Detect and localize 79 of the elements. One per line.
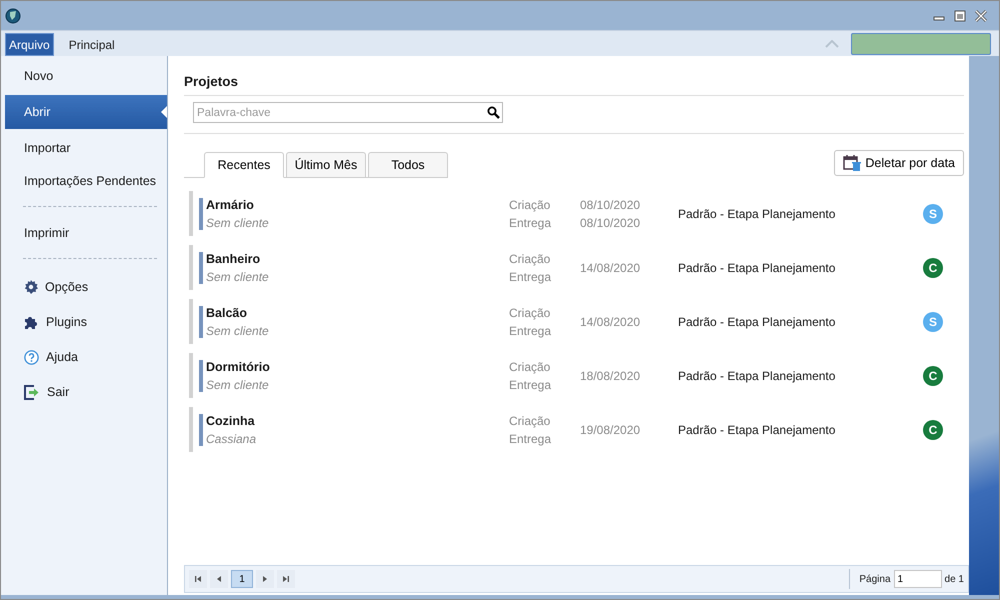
date-label: Criação <box>509 306 552 320</box>
next-page-icon <box>261 575 269 583</box>
status-badge: C <box>923 366 943 386</box>
search-icon[interactable] <box>487 106 500 119</box>
client-name: Sem cliente <box>206 378 270 392</box>
previous-page-icon <box>215 575 223 583</box>
project-name: Armário <box>206 198 255 212</box>
project-name: Banheiro <box>206 252 262 266</box>
ribbon-tab[interactable]: Arquivo <box>5 33 54 56</box>
last-page-icon <box>282 575 290 583</box>
date-label: Entrega <box>509 432 552 446</box>
tab[interactable]: Recentes <box>204 152 284 178</box>
template-text: Padrão - Etapa Planejamento <box>678 260 836 274</box>
page-field[interactable]: 1 <box>894 570 942 588</box>
exit-icon <box>24 384 40 400</box>
date-text: 14/08/2020 <box>580 260 642 274</box>
project-row[interactable]: Armário Sem cliente Criação Entrega 08/10/2020 08/10/2020 Padrão - Etapa Planejamento S <box>189 191 964 236</box>
date-text: 19/08/2020 <box>580 422 642 436</box>
puzzle-icon <box>24 314 39 330</box>
client-name: Sem cliente <box>206 324 270 338</box>
template-text: Padrão - Etapa Planejamento <box>678 422 836 436</box>
ribbon-tab[interactable]: Principal <box>54 33 130 56</box>
date-text: 08/10/2020 <box>580 216 642 230</box>
project-row[interactable]: Cozinha Cassiana Criação Entrega 19/08/2020 Padrão - Etapa Planejamento C <box>189 407 964 452</box>
search-field[interactable]: Palavra-chave <box>193 102 503 123</box>
last-page-button[interactable] <box>277 570 295 588</box>
menu-item[interactable]: Ajuda <box>5 341 167 373</box>
first-page-button[interactable] <box>189 570 207 588</box>
help-icon <box>24 350 39 364</box>
menu-item[interactable]: Sair <box>5 376 167 408</box>
date-label: Criação <box>509 414 552 428</box>
delete-by-date-button[interactable]: Deletar por data <box>834 150 964 176</box>
menu-item[interactable]: Imprimir <box>5 219 167 247</box>
page-label: Página <box>859 574 891 584</box>
previous-page-button[interactable] <box>210 570 228 588</box>
gear-icon <box>24 280 38 294</box>
menu-item[interactable]: Importar <box>5 134 167 162</box>
date-label: Criação <box>509 360 552 374</box>
date-label: Entrega <box>509 270 552 284</box>
status-badge: S <box>923 312 943 332</box>
date-label: Entrega <box>509 216 552 230</box>
next-page-button[interactable] <box>256 570 274 588</box>
status-badge: S <box>923 204 943 224</box>
tab[interactable]: Todos <box>368 152 448 177</box>
status-badge: C <box>923 420 943 440</box>
tab[interactable]: Último Mês <box>286 152 366 177</box>
project-row[interactable]: Dormitório Sem cliente Criação Entrega 18/08/2020 Padrão - Etapa Planejamento C <box>189 353 964 398</box>
first-page-icon <box>194 575 202 583</box>
template-text: Padrão - Etapa Planejamento <box>678 314 836 328</box>
date-label: Criação <box>509 252 552 266</box>
project-row[interactable]: Banheiro Sem cliente Criação Entrega 14/08/2020 Padrão - Etapa Planejamento C <box>189 245 964 290</box>
project-name: Cozinha <box>206 414 256 428</box>
project-name: Dormitório <box>206 360 271 374</box>
date-text: 18/08/2020 <box>580 368 642 382</box>
date-label: Entrega <box>509 324 552 338</box>
section-title: Projetos <box>184 74 964 96</box>
maximize-icon[interactable] <box>954 10 966 22</box>
menu-item[interactable]: Plugins <box>5 306 167 338</box>
menu-item[interactable]: Abrir <box>5 95 167 129</box>
client-name: Cassiana <box>206 432 258 446</box>
template-text: Padrão - Etapa Planejamento <box>678 368 836 382</box>
menu-item[interactable]: Opções <box>5 271 167 303</box>
date-label: Criação <box>509 198 552 212</box>
app-logo-icon <box>5 8 21 24</box>
project-row[interactable]: Balcão Sem cliente Criação Entrega 14/08/2020 Padrão - Etapa Planejamento S <box>189 299 964 344</box>
project-name: Balcão <box>206 306 248 320</box>
date-label: Entrega <box>509 378 552 392</box>
page-total: de 1 <box>944 574 964 584</box>
menu-item[interactable]: Importações Pendentes <box>5 167 167 195</box>
client-name: Sem cliente <box>206 216 270 230</box>
close-icon[interactable] <box>975 10 987 22</box>
date-text: 08/10/2020 <box>580 198 642 212</box>
calendar-trash-icon <box>843 154 862 172</box>
status-badge: C <box>923 258 943 278</box>
template-text: Padrão - Etapa Planejamento <box>678 206 836 220</box>
menu-item[interactable]: Novo <box>5 62 167 90</box>
date-text: 14/08/2020 <box>580 314 642 328</box>
client-name: Sem cliente <box>206 270 270 284</box>
page-button[interactable]: 1 <box>231 570 253 588</box>
